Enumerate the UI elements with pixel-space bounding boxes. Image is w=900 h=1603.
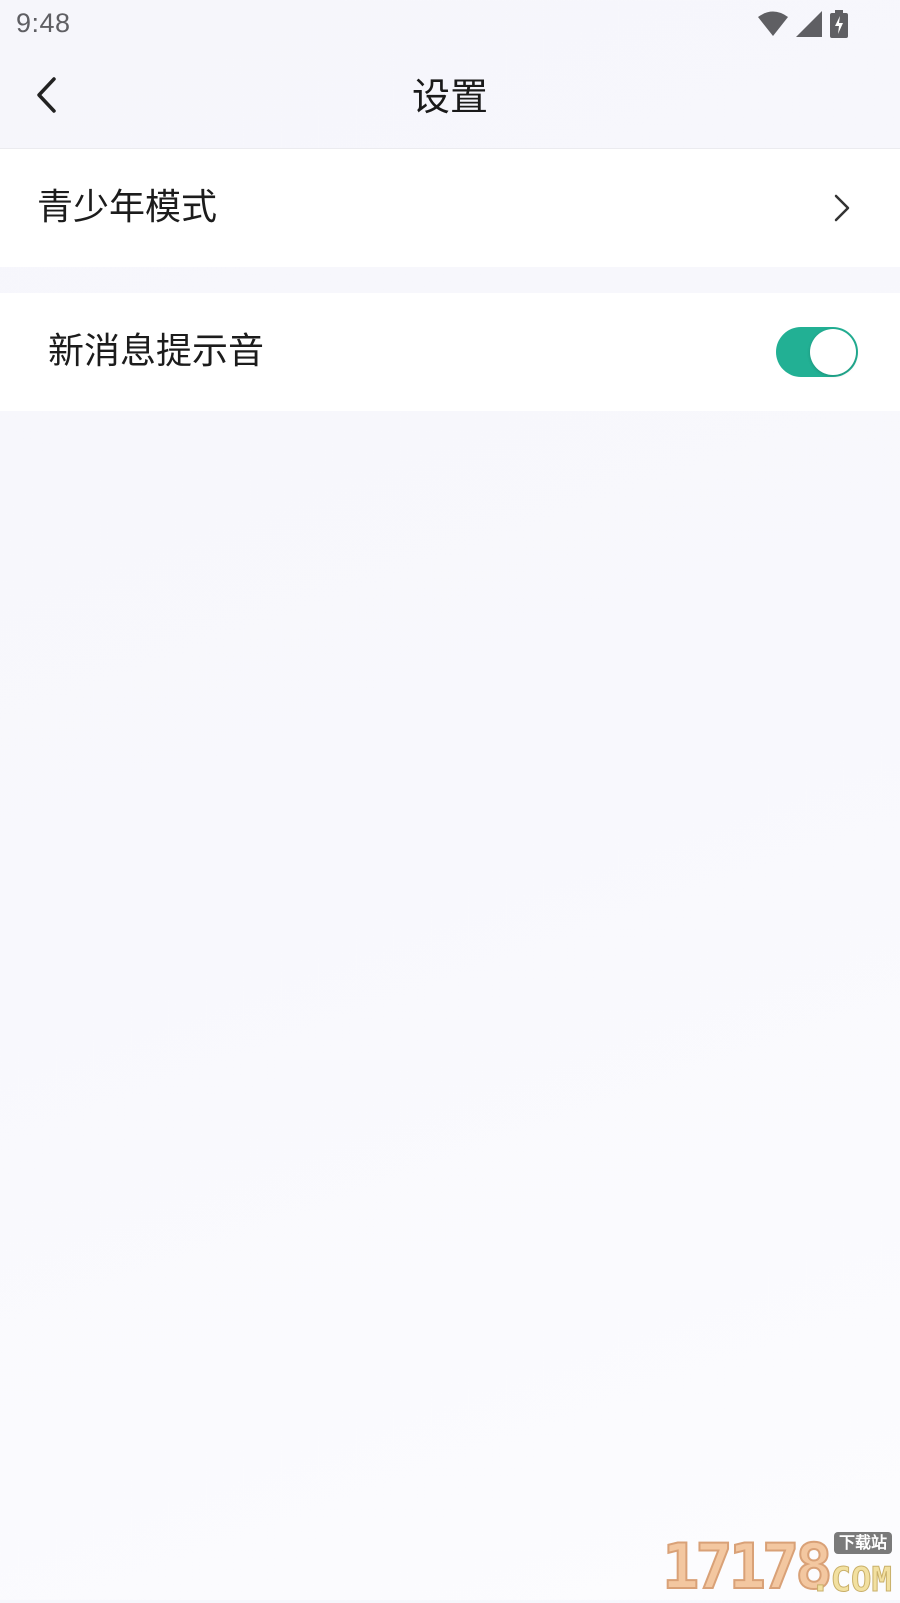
new-message-sound-toggle[interactable] <box>776 327 858 377</box>
settings-item-youth-mode[interactable]: 青少年模式 <box>0 149 900 267</box>
signal-icon <box>796 11 822 37</box>
watermark-digits: 17178 <box>661 1530 834 1603</box>
watermark-suffix: .COM <box>810 1560 893 1600</box>
settings-item-label: 新消息提示音 <box>48 331 265 372</box>
wifi-icon <box>758 11 788 37</box>
watermark-badge: 下载站 <box>833 1532 892 1554</box>
nav-bar: 设置 <box>0 48 900 149</box>
battery-charging-icon <box>830 10 848 38</box>
toggle-knob <box>810 329 856 375</box>
watermark-logo: 17178 下载站 .COM <box>661 1530 893 1603</box>
page-title: 设置 <box>411 75 488 119</box>
status-icons <box>758 10 848 38</box>
status-time: 9:48 <box>16 8 71 38</box>
settings-item-label: 青少年模式 <box>37 187 218 228</box>
status-bar: 9:48 <box>0 0 900 48</box>
settings-item-new-message-sound: 新消息提示音 <box>0 293 900 411</box>
chevron-right-icon <box>826 192 856 224</box>
